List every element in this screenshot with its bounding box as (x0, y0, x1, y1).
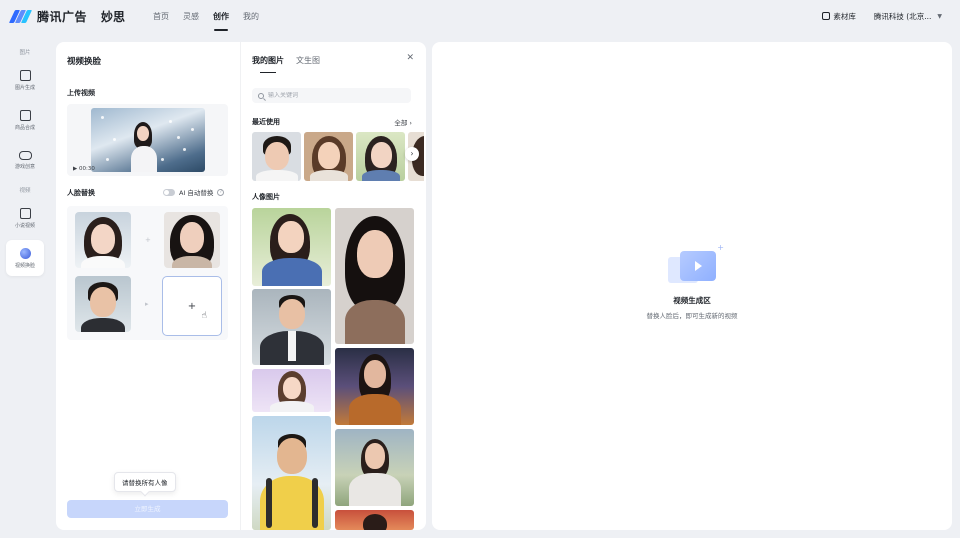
rail-section-video: 视频 (19, 188, 31, 194)
logo-text: 腾讯广告 (37, 9, 88, 24)
rail-item-label: 图片生成 (14, 84, 35, 91)
product-icon (19, 109, 31, 121)
main-nav: 首页 灵感 创作 我的 (153, 8, 259, 31)
source-face-1[interactable] (75, 212, 131, 268)
chevron-right-icon: › (409, 119, 412, 127)
panel-title: 视频换脸 (67, 57, 102, 67)
portrait-image-4[interactable] (252, 416, 331, 530)
rail-item-label: 视频换脸 (14, 262, 35, 269)
nav-item-create[interactable]: 创作 (213, 8, 229, 31)
uploaded-video[interactable]: ▶ 00:30 (67, 104, 228, 176)
search-input[interactable] (268, 92, 398, 99)
plus-icon: + (187, 300, 197, 312)
arrow-icon: + (145, 236, 151, 244)
tooltip: 请替换所有人像 (114, 472, 176, 492)
face-swap-label: 人脸替换 (67, 189, 95, 197)
material-library-button[interactable]: 素材库 (822, 11, 856, 22)
generate-button[interactable]: 立即生成 (67, 500, 228, 518)
portrait-image-7[interactable] (335, 429, 414, 506)
rail-item-image-generation[interactable]: 图片生成 (6, 62, 44, 98)
video-thumbnail (91, 108, 205, 172)
face-swap-sphere-icon (19, 247, 31, 259)
face-swap-panel: 视频换脸 上传视频 ▶ 00:30 人脸替换 AI 自动替换 ? + ▸ + ☝… (56, 42, 240, 530)
video-generation-area: + 视频生成区 替换人脸后，即可生成新的视频 (432, 42, 952, 530)
source-face-2[interactable] (75, 276, 131, 332)
chevron-right-icon[interactable]: › (405, 147, 419, 161)
tencent-ads-logo-icon (8, 9, 33, 23)
play-square-icon (19, 207, 31, 219)
rail-item-label: 商品合成 (14, 124, 35, 131)
left-rail: 图片 图片生成 商品合成 游戏创意 视频 小说视频 视频换脸 (0, 40, 50, 538)
empty-state-subtitle: 替换人脸后，即可生成新的视频 (646, 312, 738, 320)
nav-item-mine[interactable]: 我的 (243, 8, 259, 25)
rail-item-novel-video[interactable]: 小说视频 (6, 200, 44, 236)
tab-my-images[interactable]: 我的图片 (252, 55, 284, 73)
add-target-face-button[interactable]: + ☝ (162, 276, 222, 336)
rail-item-game-creative[interactable]: 游戏创意 (6, 142, 44, 178)
rail-section-image: 图片 (19, 50, 31, 56)
gamepad-icon (18, 150, 32, 160)
search-icon (258, 92, 264, 99)
search-box (252, 88, 411, 103)
portrait-image-2[interactable] (252, 289, 331, 365)
upload-video-label: 上传视频 (67, 89, 95, 97)
recent-image-2[interactable] (304, 132, 353, 181)
portrait-images-label: 人像图片 (252, 193, 280, 201)
empty-state: + 视频生成区 替换人脸后，即可生成新的视频 (432, 243, 952, 320)
recent-view-all-link[interactable]: 全部 › (394, 117, 412, 127)
target-face-1[interactable] (164, 212, 220, 268)
logo[interactable]: 腾讯广告 (8, 8, 88, 25)
nav-item-inspiration[interactable]: 灵感 (183, 8, 199, 25)
recent-image-3[interactable] (356, 132, 405, 181)
account-name: 腾讯科技 (北京... (873, 11, 932, 21)
view-all-label: 全部 (394, 119, 408, 127)
portrait-image-8[interactable] (335, 510, 414, 530)
recent-label: 最近使用 (252, 118, 280, 126)
rail-item-video-face-swap[interactable]: 视频换脸 (6, 240, 44, 276)
video-duration: ▶ 00:30 (73, 166, 95, 172)
ai-auto-swap-toggle[interactable] (163, 188, 175, 196)
portrait-image-6[interactable] (335, 348, 414, 425)
ai-auto-swap-label: AI 自动替换 (179, 189, 214, 197)
rail-item-label: 小说视频 (14, 222, 35, 229)
tab-text-to-image[interactable]: 文生图 (296, 55, 320, 66)
recent-image-1[interactable] (252, 132, 301, 181)
arrow-icon: ▸ (145, 300, 149, 308)
account-switcher[interactable]: 腾讯科技 (北京... ▼ (874, 11, 950, 22)
pointer-cursor-icon: ☝ (201, 311, 207, 321)
video-illustration-icon: + (664, 243, 724, 287)
close-icon[interactable]: ✕ (406, 53, 414, 63)
rail-item-product-composite[interactable]: 商品合成 (6, 102, 44, 138)
empty-state-title: 视频生成区 (673, 296, 711, 305)
top-bar: 腾讯广告 妙思 首页 灵感 创作 我的 素材库 腾讯科技 (北京... ▼ (0, 0, 960, 32)
portrait-image-5[interactable] (335, 208, 414, 344)
image-picker-panel: 我的图片 文生图 ✕ 最近使用 全部 › › (240, 42, 426, 530)
chevron-down-icon: ▼ (937, 12, 942, 20)
nav-item-home[interactable]: 首页 (153, 8, 169, 25)
image-edit-icon (19, 69, 31, 81)
rail-item-label: 游戏创意 (14, 163, 35, 170)
face-swap-pairs: + ▸ + ☝ (67, 206, 228, 340)
material-library-label: 素材库 (833, 11, 856, 21)
product-name: 妙思 (101, 9, 126, 24)
portrait-image-1[interactable] (252, 208, 331, 286)
help-icon[interactable]: ? (217, 188, 225, 196)
recent-images-row (252, 132, 424, 182)
portrait-image-3[interactable] (252, 369, 331, 412)
library-icon (822, 12, 831, 20)
